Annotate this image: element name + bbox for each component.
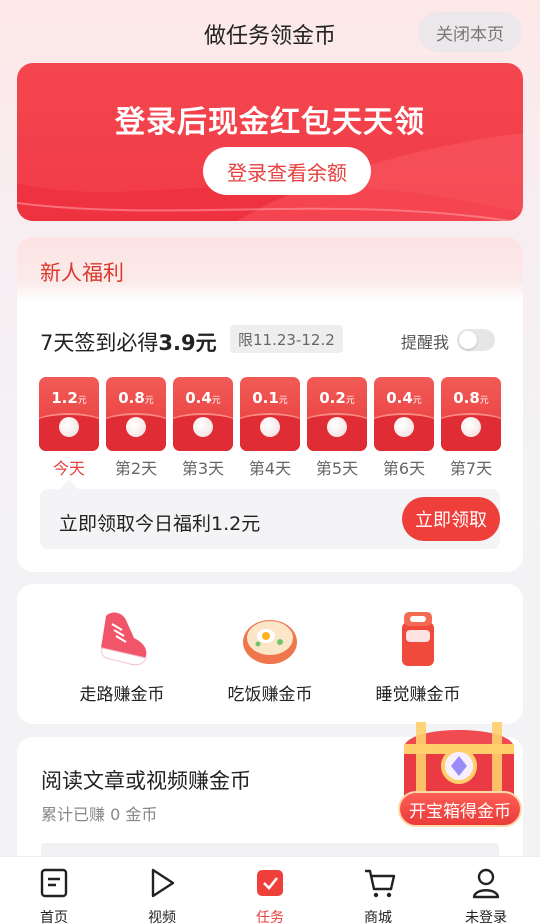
claim-now-button[interactable]: 立即领取 [402,497,500,541]
bottom-navigation: 首页 视频 任务 商城 未登录 [0,856,540,924]
nav-video-label: 视频 [148,910,176,924]
nav-home[interactable]: 首页 [14,863,94,924]
red-envelope-icon: 0.1元 [240,377,300,451]
day-label: 第7天 [449,459,493,478]
nav-video[interactable]: 视频 [122,863,202,924]
sign-in-day-4[interactable]: 0.1元 第4天 [240,377,300,478]
sign-in-title-prefix: 7天签到必得 [40,331,159,355]
top-bar: 做任务领金币 关闭本页 [0,0,540,62]
eat-earn-label: 吃饭赚金币 [227,685,313,705]
amount-unit: 元 [278,396,288,406]
sleep-earn-label: 睡觉赚金币 [375,685,461,705]
earn-activities-card: 走路赚金币 吃饭赚金币 睡觉赚金币 [17,584,523,724]
red-envelope-icon: 0.8元 [441,377,501,451]
remind-toggle[interactable] [457,329,495,351]
day-label: 今天 [52,459,85,478]
day-amount: 0.4 [185,389,212,407]
close-page-button[interactable]: 关闭本页 [418,12,522,52]
remind-label: 提醒我 [401,333,450,352]
day-amount: 0.2 [319,389,346,407]
day-label: 第6天 [382,459,426,478]
sign-in-day-7[interactable]: 0.8元 第7天 [441,377,501,478]
nav-profile[interactable]: 未登录 [446,863,526,924]
sign-in-days: 1.2元 今天 0.8元 第2天 0.4元 第3天 0.1元 第4天 0.2元 … [39,377,509,478]
day-amount: 0.1 [252,389,279,407]
sign-in-day-5[interactable]: 0.2元 第5天 [307,377,367,478]
welfare-section-title: 新人福利 [17,237,523,301]
login-check-balance-button[interactable]: 登录查看余额 [203,147,371,195]
banner-title: 登录后现金红包天天领 [115,105,425,140]
sign-in-day-3[interactable]: 0.4元 第3天 [173,377,233,478]
nav-profile-label: 未登录 [465,910,507,924]
sneaker-icon [101,612,147,666]
noodle-bowl-icon [243,620,297,664]
amount-unit: 元 [211,396,221,406]
cart-icon [365,869,396,898]
sign-in-title: 7天签到必得3.9元 [40,327,217,357]
day-label: 第4天 [248,459,292,478]
claim-today-box: 立即领取今日福利1.2元 立即领取 [40,480,500,549]
sign-in-day-6[interactable]: 0.4元 第6天 [374,377,434,478]
open-treasure-button[interactable]: 开宝箱得金币 [398,791,522,827]
amount-unit: 元 [412,396,422,406]
nav-task-label: 任务 [256,910,284,924]
red-envelope-icon: 0.4元 [374,377,434,451]
sleep-earn-item[interactable]: 睡觉赚金币 [348,608,488,708]
limit-date-tag: 限11.23-12.2 [230,325,343,353]
red-envelope-icon: 1.2元 [39,377,99,451]
red-envelope-icon: 0.4元 [173,377,233,451]
thermos-icon [402,612,434,666]
sign-in-day-1[interactable]: 1.2元 今天 [39,377,99,478]
login-banner[interactable]: 登录后现金红包天天领 登录查看余额 [17,63,523,221]
earned-total-text: 累计已赚 0 金币 [41,805,158,824]
walk-earn-label: 走路赚金币 [79,685,165,705]
nav-mall-label: 商城 [364,910,392,924]
walk-earn-item[interactable]: 走路赚金币 [52,608,192,708]
newcomer-welfare-card: 新人福利 7天签到必得3.9元 限11.23-12.2 提醒我 1.2元 今天 … [17,237,523,572]
claim-today-text: 立即领取今日福利1.2元 [59,513,261,535]
eat-earn-item[interactable]: 吃饭赚金币 [200,608,340,708]
day-amount: 1.2 [51,389,78,407]
amount-unit: 元 [77,396,87,406]
day-label: 第3天 [181,459,225,478]
nav-task[interactable]: 任务 [230,863,310,924]
day-amount: 0.8 [118,389,145,407]
day-label: 第2天 [114,459,158,478]
amount-unit: 元 [479,396,489,406]
user-icon [472,868,500,899]
home-doc-icon [40,868,68,898]
sign-in-day-2[interactable]: 0.8元 第2天 [106,377,166,478]
amount-unit: 元 [345,396,355,406]
nav-mall[interactable]: 商城 [338,863,418,924]
red-envelope-icon: 0.8元 [106,377,166,451]
red-envelope-icon: 0.2元 [307,377,367,451]
amount-unit: 元 [144,396,154,406]
nav-home-label: 首页 [40,910,68,924]
day-amount: 0.4 [386,389,413,407]
task-check-icon [257,870,283,896]
read-earn-title: 阅读文章或视频赚金币 [41,769,251,793]
day-label: 第5天 [315,459,359,478]
day-amount: 0.8 [453,389,480,407]
play-icon [151,868,175,898]
sign-in-amount: 3.9元 [158,331,217,355]
banner-wave-decoration [17,133,523,221]
